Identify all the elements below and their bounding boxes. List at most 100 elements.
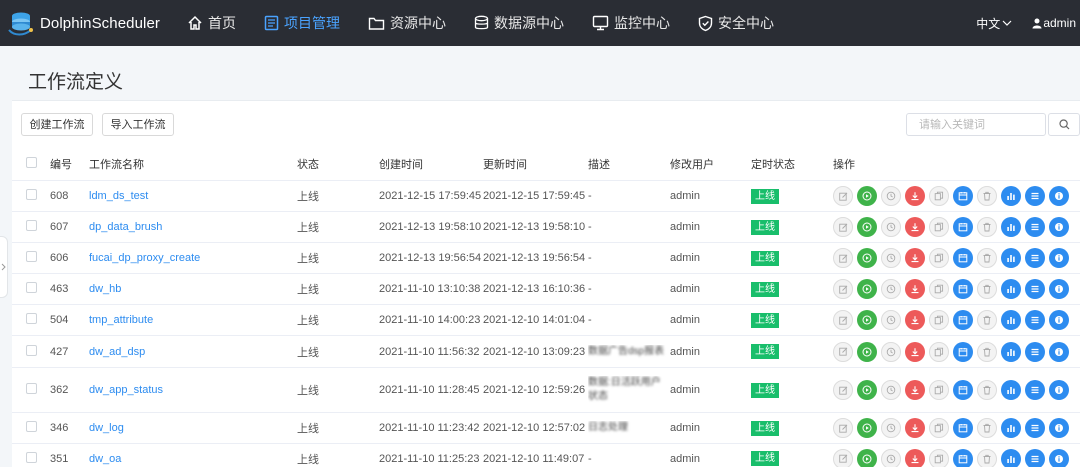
timing-button[interactable] xyxy=(881,279,901,299)
language-switcher[interactable]: 中文 xyxy=(976,15,1012,32)
nav-item-monitor[interactable]: 监控中心 xyxy=(583,0,679,46)
workflow-name-link[interactable]: tmp_attribute xyxy=(89,314,153,326)
timing-button[interactable] xyxy=(881,448,901,467)
copy-button[interactable] xyxy=(929,248,949,268)
edit-button[interactable] xyxy=(833,310,853,330)
edit-button[interactable] xyxy=(833,186,853,206)
tree-view-button[interactable] xyxy=(1001,418,1021,438)
schedule-button[interactable] xyxy=(953,448,973,467)
workflow-name-link[interactable]: dw_app_status xyxy=(89,384,163,396)
nav-item-datasource[interactable]: 数据源中心 xyxy=(465,0,573,46)
copy-button[interactable] xyxy=(929,418,949,438)
row-checkbox[interactable] xyxy=(26,451,37,463)
run-button[interactable] xyxy=(857,310,877,330)
run-button[interactable] xyxy=(857,448,877,467)
list-button[interactable] xyxy=(1025,380,1045,400)
edit-button[interactable] xyxy=(833,380,853,400)
copy-button[interactable] xyxy=(929,380,949,400)
run-button[interactable] xyxy=(857,217,877,237)
row-checkbox[interactable] xyxy=(26,220,37,231)
delete-button[interactable] xyxy=(977,248,997,268)
schedule-button[interactable] xyxy=(953,418,973,438)
timing-button[interactable] xyxy=(881,341,901,362)
offline-button[interactable] xyxy=(905,341,925,362)
delete-button[interactable] xyxy=(977,279,997,299)
info-button[interactable] xyxy=(1049,248,1069,268)
copy-button[interactable] xyxy=(929,341,949,362)
copy-button[interactable] xyxy=(929,448,949,467)
edit-button[interactable] xyxy=(833,418,853,438)
delete-button[interactable] xyxy=(977,341,997,362)
delete-button[interactable] xyxy=(977,448,997,467)
timing-button[interactable] xyxy=(881,248,901,268)
schedule-button[interactable] xyxy=(953,186,973,206)
row-checkbox[interactable] xyxy=(26,189,37,200)
copy-button[interactable] xyxy=(929,279,949,299)
schedule-button[interactable] xyxy=(953,380,973,400)
delete-button[interactable] xyxy=(977,186,997,206)
nav-item-home[interactable]: 首页 xyxy=(178,0,245,46)
search-button[interactable] xyxy=(1048,112,1080,136)
list-button[interactable] xyxy=(1025,217,1045,237)
info-button[interactable] xyxy=(1049,186,1069,206)
run-button[interactable] xyxy=(857,341,877,362)
run-button[interactable] xyxy=(857,248,877,268)
info-button[interactable] xyxy=(1049,279,1069,299)
list-button[interactable] xyxy=(1025,310,1045,330)
create-workflow-button[interactable]: 创建工作流 xyxy=(21,112,93,136)
copy-button[interactable] xyxy=(929,186,949,206)
info-button[interactable] xyxy=(1049,310,1069,330)
delete-button[interactable] xyxy=(977,380,997,400)
nav-item-security[interactable]: 安全中心 xyxy=(689,0,783,46)
schedule-button[interactable] xyxy=(953,279,973,299)
tree-view-button[interactable] xyxy=(1001,186,1021,206)
workflow-name-link[interactable]: fucai_dp_proxy_create xyxy=(89,252,200,264)
import-workflow-button[interactable]: 导入工作流 xyxy=(102,112,174,136)
app-logo[interactable]: DolphinScheduler xyxy=(0,8,178,38)
info-button[interactable] xyxy=(1049,217,1069,237)
tree-view-button[interactable] xyxy=(1001,217,1021,237)
offline-button[interactable] xyxy=(905,186,925,206)
copy-button[interactable] xyxy=(929,310,949,330)
edit-button[interactable] xyxy=(833,341,853,362)
run-button[interactable] xyxy=(857,279,877,299)
schedule-button[interactable] xyxy=(953,217,973,237)
offline-button[interactable] xyxy=(905,448,925,467)
tree-view-button[interactable] xyxy=(1001,310,1021,330)
sidebar-toggle[interactable] xyxy=(0,236,8,298)
nav-item-projects[interactable]: 项目管理 xyxy=(255,0,349,46)
list-button[interactable] xyxy=(1025,418,1045,438)
offline-button[interactable] xyxy=(905,248,925,268)
offline-button[interactable] xyxy=(905,310,925,330)
run-button[interactable] xyxy=(857,186,877,206)
offline-button[interactable] xyxy=(905,217,925,237)
run-button[interactable] xyxy=(857,418,877,438)
user-menu[interactable]: admin xyxy=(1032,16,1076,30)
workflow-name-link[interactable]: dw_log xyxy=(89,422,124,434)
workflow-name-link[interactable]: dw_oa xyxy=(89,453,121,465)
workflow-name-link[interactable]: dp_data_brush xyxy=(89,221,162,233)
edit-button[interactable] xyxy=(833,217,853,237)
tree-view-button[interactable] xyxy=(1001,448,1021,467)
edit-button[interactable] xyxy=(833,279,853,299)
schedule-button[interactable] xyxy=(953,341,973,362)
list-button[interactable] xyxy=(1025,341,1045,362)
row-checkbox[interactable] xyxy=(26,421,37,432)
workflow-name-link[interactable]: dw_ad_dsp xyxy=(89,346,145,358)
timing-button[interactable] xyxy=(881,418,901,438)
timing-button[interactable] xyxy=(881,217,901,237)
delete-button[interactable] xyxy=(977,310,997,330)
edit-button[interactable] xyxy=(833,248,853,268)
timing-button[interactable] xyxy=(881,380,901,400)
info-button[interactable] xyxy=(1049,448,1069,467)
tree-view-button[interactable] xyxy=(1001,341,1021,362)
workflow-name-link[interactable]: ldm_ds_test xyxy=(89,190,148,202)
schedule-button[interactable] xyxy=(953,310,973,330)
info-button[interactable] xyxy=(1049,418,1069,438)
nav-item-resources[interactable]: 资源中心 xyxy=(359,0,455,46)
delete-button[interactable] xyxy=(977,217,997,237)
info-button[interactable] xyxy=(1049,380,1069,400)
schedule-button[interactable] xyxy=(953,248,973,268)
info-button[interactable] xyxy=(1049,341,1069,362)
list-button[interactable] xyxy=(1025,279,1045,299)
